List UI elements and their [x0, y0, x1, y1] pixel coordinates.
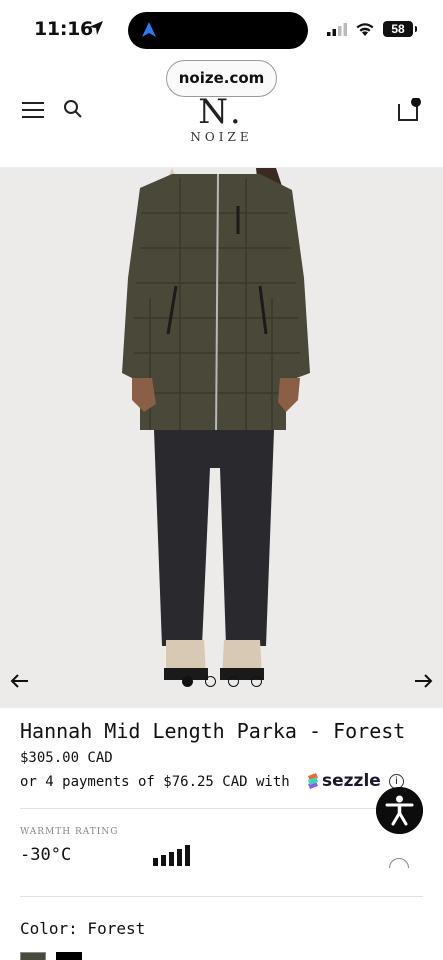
gallery-dot-1[interactable]	[182, 676, 193, 687]
warmth-level-icon	[153, 845, 190, 866]
gallery-dot-2[interactable]	[205, 676, 216, 687]
navigation-arrow-icon	[142, 22, 156, 37]
sezzle-logo[interactable]: sezzle	[306, 771, 381, 791]
cart-icon[interactable]	[397, 98, 421, 122]
product-price: $305.00 CAD	[20, 750, 113, 766]
color-swatch-forest[interactable]	[20, 952, 46, 960]
wifi-icon	[356, 23, 374, 36]
gallery-dot-4[interactable]	[251, 676, 262, 687]
product-title: Hannah Mid Length Parka - Forest	[20, 719, 406, 743]
warmth-rating-label: WARMTH RATING	[20, 827, 119, 837]
url-bar[interactable]: noize.com	[166, 60, 277, 97]
installments-text: or 4 payments of $76.25 CAD with	[20, 774, 290, 790]
logo-wordmark[interactable]: NOIZE	[0, 130, 443, 144]
status-time: 11:16	[34, 18, 93, 40]
site-header: N. NOIZE	[0, 98, 443, 168]
product-image-gallery[interactable]	[0, 168, 443, 708]
color-label: Color: Forest	[20, 919, 146, 938]
warmth-temperature: -30°C	[20, 845, 72, 865]
gallery-dot-3[interactable]	[228, 676, 239, 687]
sezzle-icon	[308, 773, 318, 789]
sezzle-brand-text: sezzle	[322, 771, 381, 791]
accessibility-icon[interactable]	[376, 787, 423, 834]
warmth-info-icon[interactable]	[389, 858, 411, 868]
battery-indicator: 58	[383, 21, 417, 37]
cellular-signal-icon	[327, 23, 347, 36]
gallery-pagination	[182, 676, 266, 688]
divider	[20, 896, 423, 897]
dynamic-island	[128, 12, 308, 49]
logo-mark[interactable]: N.	[0, 98, 443, 132]
previous-image-arrow-icon[interactable]	[9, 670, 31, 692]
status-bar: 11:16 58	[0, 0, 443, 58]
location-arrow-icon	[89, 21, 103, 35]
product-photo	[122, 168, 310, 680]
color-swatch-black[interactable]	[56, 952, 82, 960]
divider	[20, 808, 423, 809]
product-info: Hannah Mid Length Parka - Forest $305.00…	[0, 708, 443, 960]
next-image-arrow-icon[interactable]	[412, 670, 434, 692]
